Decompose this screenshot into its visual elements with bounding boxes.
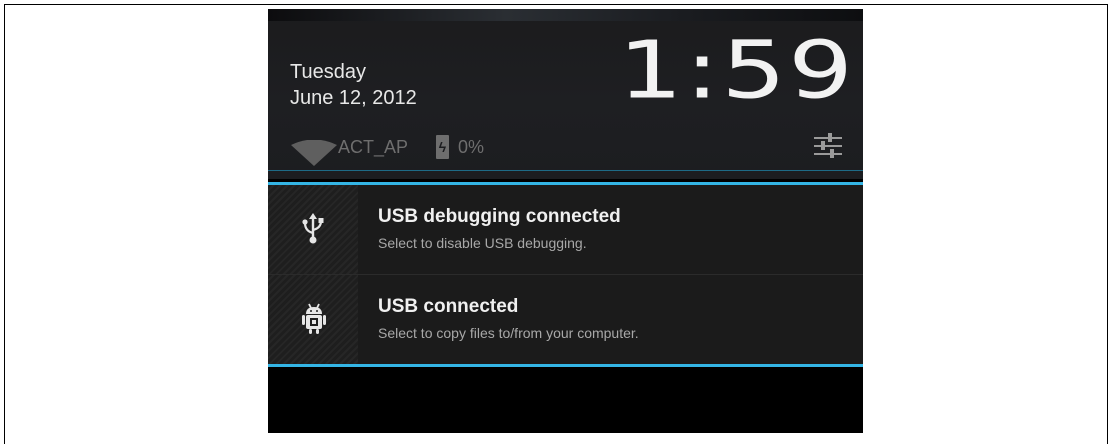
- notification-shade: Tuesday June 12, 2012 1:59 ACT_AP ϟ 0% U…: [268, 9, 863, 433]
- usb-icon: [302, 213, 324, 244]
- network-name: ACT_AP: [338, 137, 409, 157]
- notification-usb-debugging[interactable]: USB debugging connected Select to disabl…: [268, 185, 863, 275]
- status-bar-strip: [268, 9, 863, 21]
- clock-time: 1:59: [618, 23, 856, 117]
- notification-title: USB debugging connected: [378, 206, 621, 227]
- notification-subtitle: Select to copy files to/from your comput…: [378, 325, 639, 341]
- notification-subtitle: Select to disable USB debugging.: [378, 235, 587, 251]
- quick-settings-icon[interactable]: [812, 130, 844, 162]
- notification-icon-cell: [268, 275, 358, 364]
- notification-icon-cell: [268, 185, 358, 274]
- android-usb-icon: [302, 303, 326, 334]
- status-header: Tuesday June 12, 2012 1:59 ACT_AP ϟ 0%: [268, 9, 863, 179]
- date-label: June 12, 2012: [290, 87, 417, 109]
- wifi-icon: [291, 140, 337, 166]
- notification-title: USB connected: [378, 296, 519, 317]
- battery-charging-icon: ϟ: [436, 135, 449, 159]
- day-label: Tuesday: [290, 61, 366, 83]
- notifications-bottom-divider: [268, 364, 863, 367]
- battery-percent: 0%: [458, 137, 485, 157]
- header-divider-thin: [268, 170, 863, 171]
- notification-usb-connected[interactable]: USB connected Select to copy files to/fr…: [268, 275, 863, 364]
